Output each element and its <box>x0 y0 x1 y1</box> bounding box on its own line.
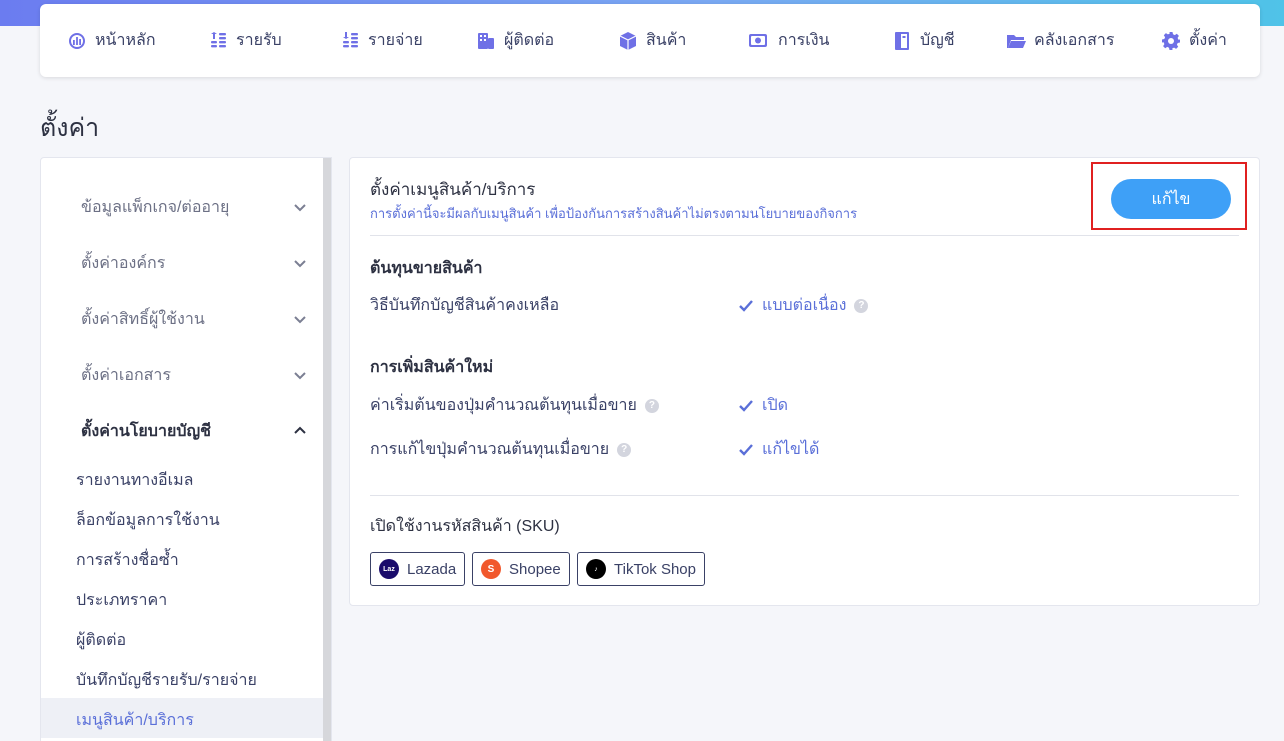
check-icon <box>739 299 753 312</box>
cost-section-heading: ต้นทุนขายสินค้า <box>370 260 483 277</box>
sku-section-heading: เปิดใช้งานรหัสสินค้า (SKU) <box>370 518 560 535</box>
channel-chip-shopee[interactable]: S Shopee <box>472 552 570 586</box>
channel-chip-tiktok[interactable]: ♪ TikTok Shop <box>577 552 705 586</box>
help-icon[interactable]: ? <box>617 442 632 457</box>
edit-cost-toggle-value: แก้ไขได้ <box>738 437 819 462</box>
lazada-logo-icon: Laz <box>379 559 399 579</box>
money-icon <box>749 33 767 47</box>
sidebar-section-organization[interactable]: ตั้งค่าองค์กร <box>81 251 307 275</box>
nav-label: ตั้งค่า <box>1189 32 1227 49</box>
sidebar-section-label: ข้อมูลแพ็กเกจ/ต่ออายุ <box>81 198 230 216</box>
nav-item-expense[interactable]: รายจ่าย <box>340 4 423 77</box>
nav-label: การเงิน <box>778 32 830 49</box>
sidebar-section-label: ตั้งค่านโยบายบัญชี <box>81 422 211 440</box>
new-product-section-heading: การเพิ่มสินค้าใหม่ <box>370 359 494 376</box>
sidebar-section-label: ตั้งค่าสิทธิ์ผู้ใช้งาน <box>81 310 205 328</box>
main-navigation: หน้าหลัก รายรับ รายจ่าย ผู้ติดต่อ สินค้า… <box>40 4 1260 77</box>
sidebar-item-duplicate-names[interactable]: การสร้างชื่อซ้ำ <box>76 548 179 573</box>
nav-label: สินค้า <box>646 32 687 49</box>
sidebar-item-income-expense[interactable]: บันทึกบัญชีรายรับ/รายจ่าย <box>76 668 257 693</box>
dashboard-icon <box>69 32 85 49</box>
channel-chip-lazada[interactable]: Laz Lazada <box>370 552 466 586</box>
inventory-method-value: แบบต่อเนื่อง ? <box>738 293 869 318</box>
sidebar-section-package[interactable]: ข้อมูลแพ็กเกจ/ต่ออายุ <box>81 195 307 219</box>
nav-label: หน้าหลัก <box>95 32 156 49</box>
chevron-down-icon <box>294 260 306 268</box>
folder-icon <box>1007 34 1026 48</box>
nav-item-accounting[interactable]: บัญชี <box>892 4 955 77</box>
expense-icon <box>343 31 358 47</box>
nav-label: รายจ่าย <box>368 32 423 49</box>
row-label-text: วิธีบันทึกบัญชีสินค้าคงเหลือ <box>370 297 560 314</box>
tiktok-logo-icon: ♪ <box>586 559 606 579</box>
row-value-text: แบบต่อเนื่อง <box>762 297 847 314</box>
row-value-text: เปิด <box>762 397 789 414</box>
chevron-down-icon <box>294 204 306 212</box>
sidebar-section-label: ตั้งค่าเอกสาร <box>81 366 171 384</box>
shopee-logo-icon: S <box>481 559 501 579</box>
contacts-icon <box>478 32 494 49</box>
nav-item-finance[interactable]: การเงิน <box>746 4 829 77</box>
sidebar-section-documents[interactable]: ตั้งค่าเอกสาร <box>81 363 307 387</box>
gear-icon <box>1162 31 1180 50</box>
sidebar-section-label: ตั้งค่าองค์กร <box>81 254 166 272</box>
divider <box>370 495 1239 496</box>
nav-item-dashboard[interactable]: หน้าหลัก <box>67 4 156 77</box>
sidebar-item-usage-log[interactable]: ล็อกข้อมูลการใช้งาน <box>76 508 220 533</box>
row-value-text: แก้ไขได้ <box>762 441 820 458</box>
income-icon <box>211 31 226 47</box>
default-cost-toggle-label: ค่าเริ่มต้นของปุ่มคำนวณต้นทุนเมื่อขาย ? <box>370 393 659 418</box>
page-title: ตั้งค่า <box>40 114 100 142</box>
nav-item-settings[interactable]: ตั้งค่า <box>1161 4 1227 77</box>
row-label-text: การแก้ไขปุ่มคำนวณต้นทุนเมื่อขาย <box>370 441 610 458</box>
ledger-icon <box>895 31 909 50</box>
panel-description: การตั้งค่านี้จะมีผลกับเมนูสินค้า เพื่อป้… <box>370 206 858 221</box>
sidebar-item-product-menu[interactable]: เมนูสินค้า/บริการ <box>76 708 194 733</box>
settings-sidebar: ข้อมูลแพ็กเกจ/ต่ออายุ ตั้งค่าองค์กร ตั้ง… <box>40 157 332 741</box>
nav-label: รายรับ <box>236 32 282 49</box>
nav-item-documents[interactable]: คลังเอกสาร <box>1006 4 1114 77</box>
nav-item-income[interactable]: รายรับ <box>208 4 282 77</box>
sidebar-section-accounting-policy[interactable]: ตั้งค่านโยบายบัญชี <box>81 419 307 443</box>
sidebar-scrollbar[interactable] <box>323 158 331 741</box>
product-menu-settings-panel: ตั้งค่าเมนูสินค้า/บริการ การตั้งค่านี้จะ… <box>349 157 1260 606</box>
sidebar-item-price-types[interactable]: ประเภทราคา <box>76 588 167 613</box>
panel-title: ตั้งค่าเมนูสินค้า/บริการ <box>370 180 536 199</box>
box-icon <box>619 31 637 50</box>
chevron-up-icon <box>294 426 306 434</box>
check-icon <box>739 443 753 456</box>
nav-label: คลังเอกสาร <box>1034 32 1115 49</box>
default-cost-toggle-value: เปิด <box>738 393 788 418</box>
check-icon <box>739 399 753 412</box>
inventory-method-label: วิธีบันทึกบัญชีสินค้าคงเหลือ <box>370 293 559 318</box>
channel-label: TikTok Shop <box>614 560 696 578</box>
help-icon[interactable]: ? <box>644 398 659 413</box>
sidebar-item-email-report[interactable]: รายงานทางอีเมล <box>76 468 193 493</box>
nav-item-contacts[interactable]: ผู้ติดต่อ <box>476 4 554 77</box>
nav-label: ผู้ติดต่อ <box>504 32 555 49</box>
edit-cost-toggle-label: การแก้ไขปุ่มคำนวณต้นทุนเมื่อขาย ? <box>370 437 632 462</box>
divider <box>370 235 1239 236</box>
nav-item-products[interactable]: สินค้า <box>618 4 686 77</box>
chevron-down-icon <box>294 316 306 324</box>
sidebar-item-contacts[interactable]: ผู้ติดต่อ <box>76 628 126 653</box>
channel-label: Shopee <box>509 560 561 578</box>
row-label-text: ค่าเริ่มต้นของปุ่มคำนวณต้นทุนเมื่อขาย <box>370 397 637 414</box>
edit-button[interactable]: แก้ไข <box>1111 179 1231 219</box>
channel-label: Lazada <box>407 560 457 578</box>
help-icon[interactable]: ? <box>854 298 869 313</box>
nav-label: บัญชี <box>920 32 955 49</box>
chevron-down-icon <box>294 372 306 380</box>
sidebar-section-user-permissions[interactable]: ตั้งค่าสิทธิ์ผู้ใช้งาน <box>81 307 307 331</box>
